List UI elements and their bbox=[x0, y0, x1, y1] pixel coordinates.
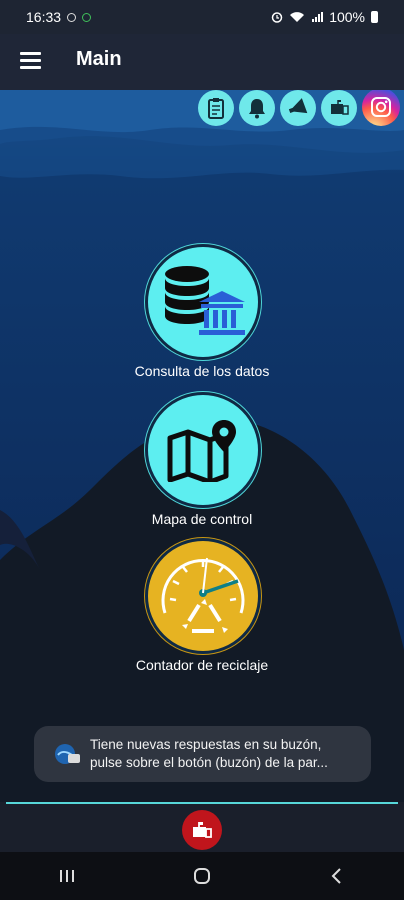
battery-icon bbox=[371, 11, 378, 23]
megaphone-icon bbox=[288, 98, 308, 114]
clipboard-icon bbox=[208, 98, 224, 119]
app-logo-icon bbox=[55, 744, 80, 764]
mailbox-icon bbox=[193, 822, 212, 838]
home-button[interactable] bbox=[172, 856, 232, 896]
control-map-label: Mapa de control bbox=[151, 511, 253, 527]
status-left: 16:33 bbox=[26, 9, 92, 25]
mailbox-button-top[interactable] bbox=[321, 90, 357, 126]
battery-percent: 100% bbox=[329, 9, 365, 25]
data-query-button[interactable] bbox=[145, 244, 261, 360]
clipboard-button[interactable] bbox=[198, 90, 234, 126]
notification-icon bbox=[67, 12, 77, 22]
mailbox-button[interactable] bbox=[182, 810, 222, 850]
menu-icon[interactable] bbox=[20, 52, 41, 69]
sync-icon bbox=[82, 12, 92, 22]
back-icon bbox=[331, 868, 341, 884]
map-pin-icon bbox=[167, 420, 236, 482]
data-query-label: Consulta de los datos bbox=[134, 363, 270, 379]
system-navigation-bar bbox=[0, 852, 404, 900]
mailbox-toast: Tiene nuevas respuestas en su buzón, pul… bbox=[34, 726, 371, 782]
bell-icon bbox=[249, 99, 265, 119]
recycling-gauge-icon bbox=[161, 557, 245, 633]
wifi-icon bbox=[290, 12, 305, 22]
app-bar: Main bbox=[0, 34, 404, 90]
instagram-icon bbox=[371, 97, 391, 117]
recent-apps-icon bbox=[60, 870, 75, 882]
database-bank-icon bbox=[165, 266, 245, 335]
toast-message: Tiene nuevas respuestas en su buzón, pul… bbox=[90, 737, 328, 770]
status-time: 16:33 bbox=[26, 9, 62, 25]
main-content: Consulta de los datos Mapa de control Co… bbox=[0, 90, 404, 802]
home-icon bbox=[193, 868, 210, 884]
recycling-counter-label: Contador de reciclaje bbox=[135, 657, 269, 673]
status-right: 100% bbox=[271, 9, 378, 25]
signal-icon bbox=[312, 12, 324, 22]
bottom-bar bbox=[0, 802, 404, 852]
control-map-button[interactable] bbox=[145, 392, 261, 508]
alarm-icon bbox=[271, 12, 283, 23]
bottom-divider bbox=[6, 802, 398, 804]
back-button[interactable] bbox=[307, 856, 367, 896]
status-bar: 16:33 100% bbox=[0, 0, 404, 34]
recent-apps-button[interactable] bbox=[37, 856, 97, 896]
notifications-button[interactable] bbox=[239, 90, 275, 126]
recycling-counter-button[interactable] bbox=[145, 538, 261, 654]
mailbox-icon bbox=[331, 100, 349, 115]
announcements-button[interactable] bbox=[280, 90, 316, 126]
page-title: Main bbox=[76, 48, 122, 70]
